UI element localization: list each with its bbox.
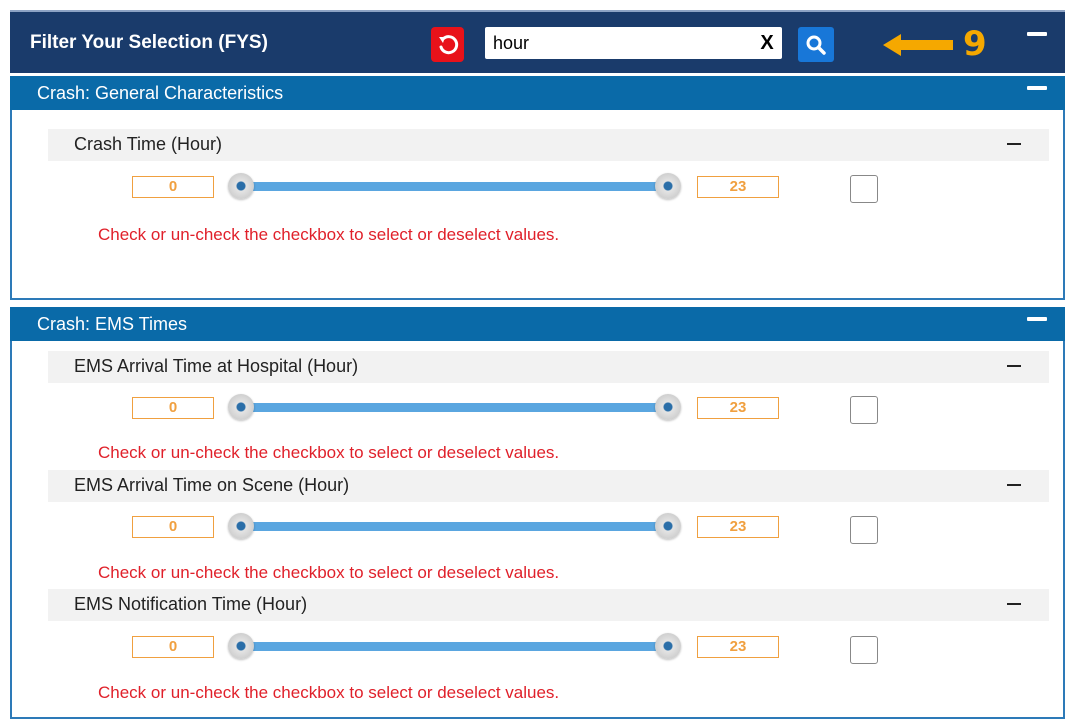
slider-max-handle[interactable] [655,394,681,420]
slider-max-handle[interactable] [655,633,681,659]
max-value-input[interactable]: 23 [697,516,779,538]
hint-text: Check or un-check the checkbox to select… [98,225,560,244]
max-value-input[interactable]: 23 [697,397,779,419]
section-header-general[interactable]: Crash: General Characteristics [10,76,1065,110]
collapse-section-icon[interactable] [1027,86,1047,90]
clear-search-button[interactable]: X [754,29,780,57]
min-value-input[interactable]: 0 [132,176,214,198]
min-value-input[interactable]: 0 [132,636,214,658]
undo-icon [438,34,458,54]
select-checkbox[interactable] [850,636,878,664]
collapse-fys-icon[interactable] [1027,32,1047,36]
slider-min-handle[interactable] [228,394,254,420]
collapse-filter-icon[interactable] [1007,143,1021,145]
filter-row-crash-time: Crash Time (Hour) [48,129,1049,161]
min-value-input[interactable]: 0 [132,397,214,419]
search-button[interactable] [798,27,834,62]
section-title: Crash: General Characteristics [37,83,284,103]
collapse-filter-icon[interactable] [1007,603,1021,605]
search-input[interactable] [485,27,782,59]
slider-min-handle[interactable] [228,633,254,659]
max-value-input[interactable]: 23 [697,176,779,198]
slider-min-handle[interactable] [228,513,254,539]
collapse-filter-icon[interactable] [1007,484,1021,486]
fys-title: Filter Your Selection (FYS) [30,32,268,53]
filter-label: Crash Time (Hour) [74,134,223,154]
range-slider-track[interactable] [240,403,670,412]
collapse-filter-icon[interactable] [1007,365,1021,367]
step-number: 9 [963,24,987,64]
slider-max-handle[interactable] [655,173,681,199]
hint-text: Check or un-check the checkbox to select… [98,563,560,582]
arrow-left-icon [883,34,953,56]
select-checkbox[interactable] [850,396,878,424]
slider-min-handle[interactable] [228,173,254,199]
section-header-ems[interactable]: Crash: EMS Times [10,307,1065,341]
search-icon [806,35,826,55]
hint-text: Check or un-check the checkbox to select… [98,683,560,702]
section-title: Crash: EMS Times [37,314,188,334]
range-slider-track[interactable] [240,182,670,191]
range-slider-track[interactable] [240,522,670,531]
filter-row-ems-scene: EMS Arrival Time on Scene (Hour) [48,470,1049,502]
fys-header: Filter Your Selection (FYS) X 9 [10,10,1065,73]
filter-row-ems-notification: EMS Notification Time (Hour) [48,589,1049,621]
min-value-input[interactable]: 0 [132,516,214,538]
filter-label: EMS Arrival Time at Hospital (Hour) [74,356,359,376]
filter-label: EMS Notification Time (Hour) [74,594,308,614]
select-checkbox[interactable] [850,516,878,544]
filter-label: EMS Arrival Time on Scene (Hour) [74,475,350,495]
max-value-input[interactable]: 23 [697,636,779,658]
range-slider-track[interactable] [240,642,670,651]
collapse-section-icon[interactable] [1027,317,1047,321]
top-rule [0,0,1065,10]
reset-button[interactable] [431,27,464,62]
hint-text: Check or un-check the checkbox to select… [98,443,560,462]
slider-max-handle[interactable] [655,513,681,539]
filter-row-ems-hospital: EMS Arrival Time at Hospital (Hour) [48,351,1049,383]
select-checkbox[interactable] [850,175,878,203]
